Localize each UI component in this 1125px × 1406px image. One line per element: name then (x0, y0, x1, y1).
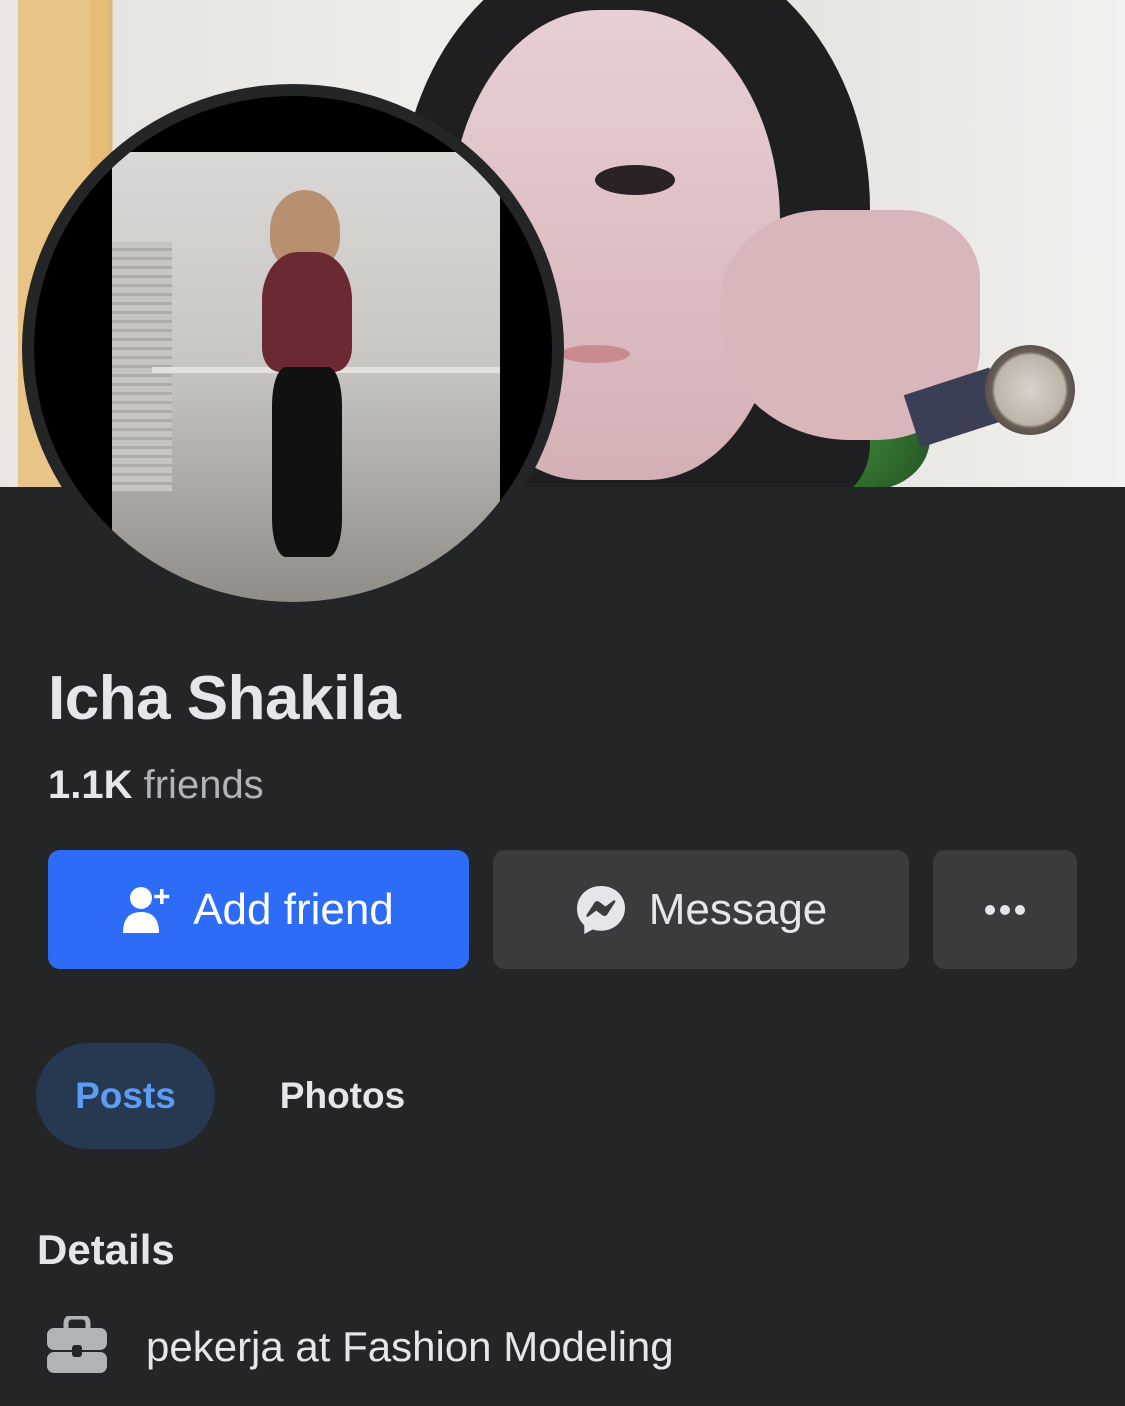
detail-item-work: pekerja at Fashion Modeling (46, 1314, 674, 1379)
message-button[interactable]: Message (493, 850, 909, 969)
add-friend-button[interactable]: Add friend (48, 850, 469, 969)
add-person-icon (123, 885, 171, 935)
more-options-button[interactable] (933, 850, 1077, 969)
briefcase-icon (46, 1314, 108, 1379)
profile-picture-frame[interactable] (22, 84, 564, 614)
cover-watch (985, 345, 1075, 435)
add-friend-label: Add friend (193, 884, 394, 934)
photo-person-legs (272, 367, 342, 557)
cover-eye (595, 165, 675, 195)
tab-posts[interactable]: Posts (36, 1043, 215, 1149)
detail-work-text: pekerja at Fashion Modeling (146, 1323, 674, 1370)
cover-lips (560, 345, 630, 363)
messenger-icon (575, 884, 627, 936)
details-heading: Details (37, 1226, 175, 1273)
friends-count[interactable]: 1.1K friends (48, 763, 264, 808)
profile-name: Icha Shakila (48, 664, 401, 733)
photo-person-body (262, 252, 352, 372)
friends-count-number: 1.1K (48, 763, 133, 807)
message-label: Message (648, 884, 828, 934)
profile-photo (112, 152, 500, 602)
ellipsis-icon (984, 904, 1026, 916)
tab-photos[interactable]: Photos (240, 1043, 445, 1149)
profile-picture[interactable] (34, 96, 552, 602)
friends-count-label: friends (143, 763, 264, 807)
